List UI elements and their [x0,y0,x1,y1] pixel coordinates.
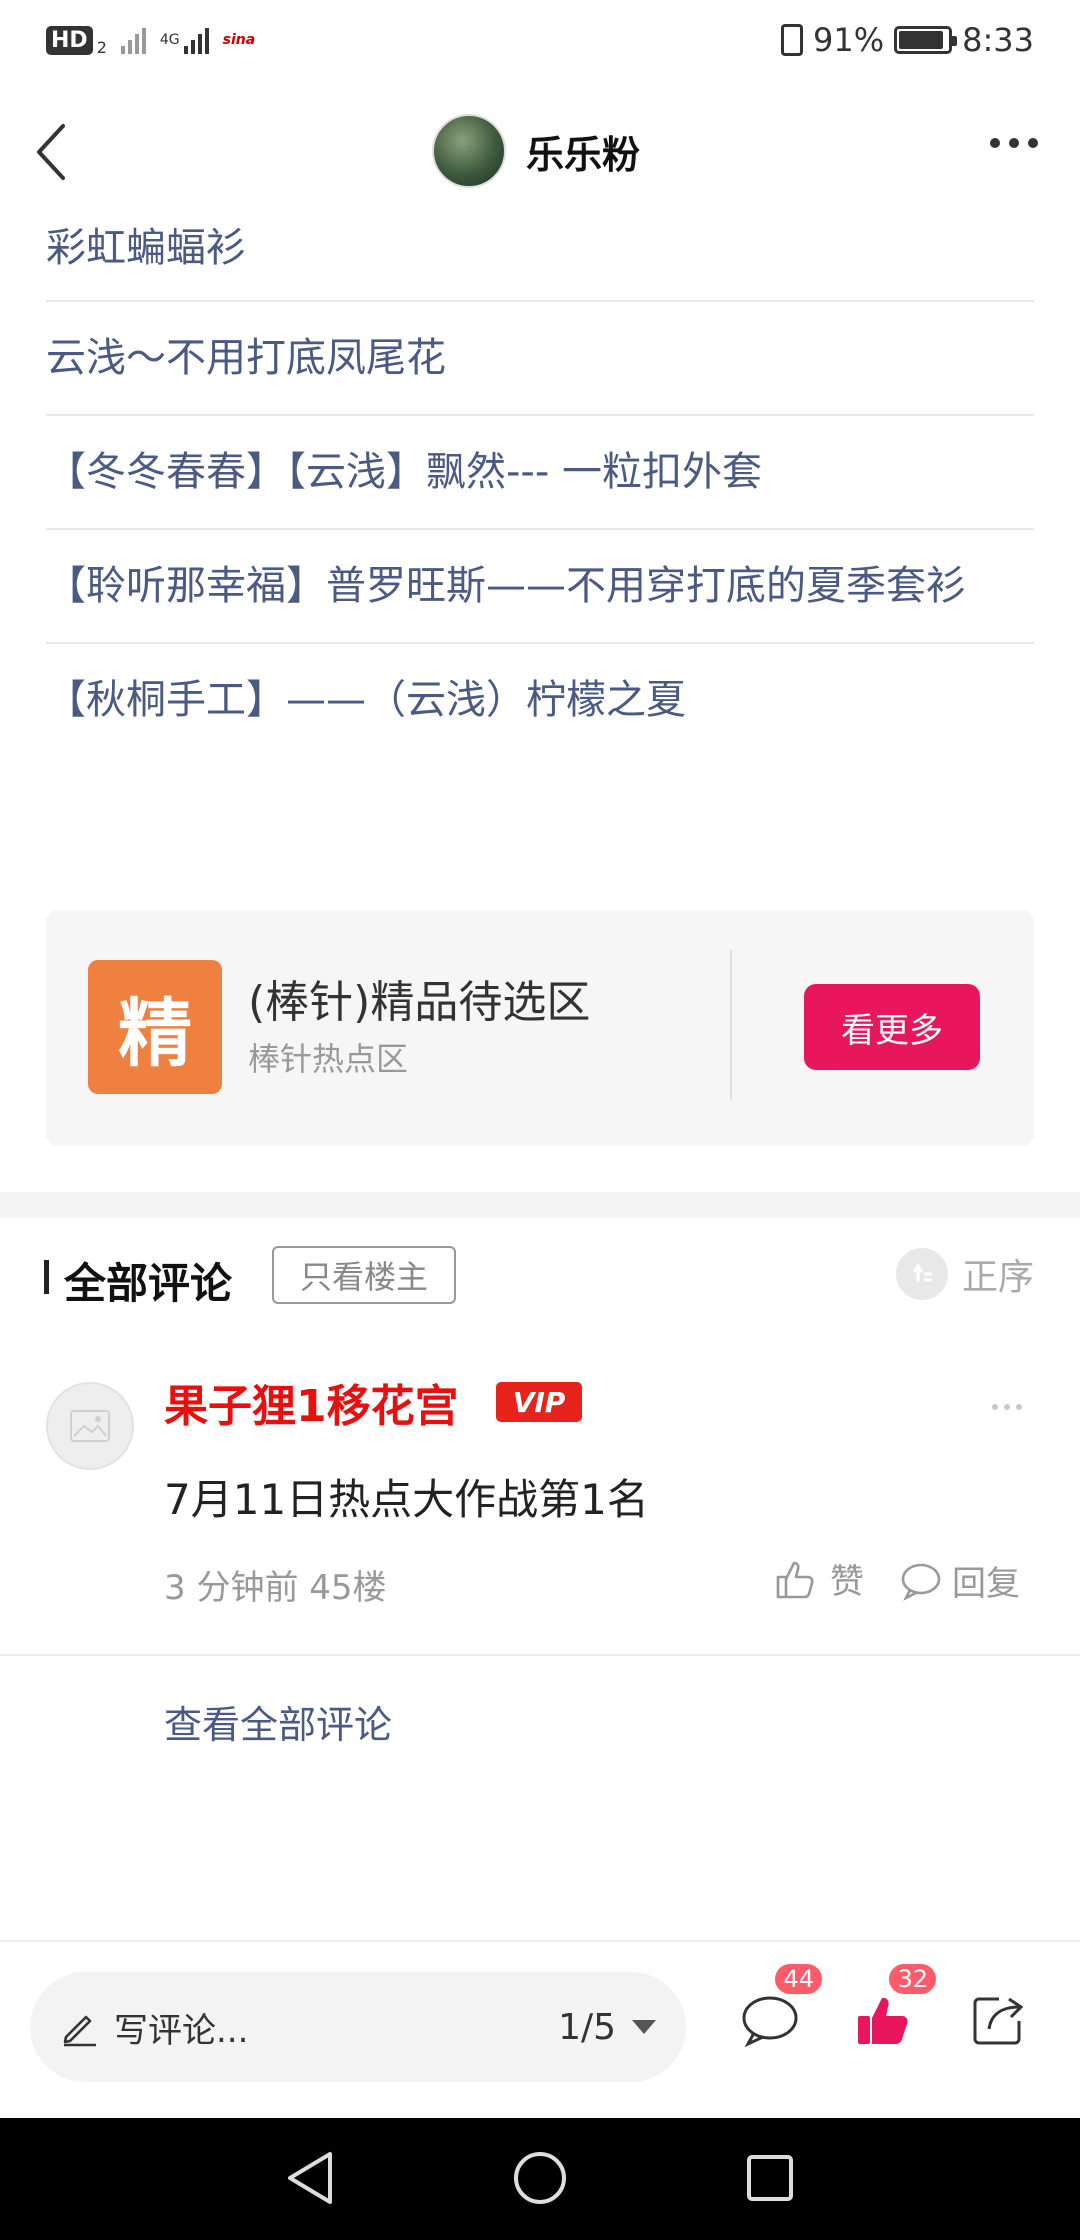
vip-badge: VIP [496,1382,582,1422]
status-bar: HD 2 4G sina 91% 8:33 [0,0,1080,80]
commenter-avatar[interactable] [46,1382,134,1470]
comment-icon [742,1996,798,2048]
comments-title: 全部评论 [64,1259,233,1308]
thumbs-up-icon [776,1561,814,1598]
forum-card[interactable]: 精 (棒针)精品待选区 棒针热点区 看更多 [46,910,1034,1146]
more-options-button[interactable] [990,138,1038,148]
forum-icon: 精 [88,960,222,1094]
only-op-button[interactable]: 只看楼主 [272,1246,456,1304]
page-label: 1/5 [558,2006,616,2048]
like-post-button[interactable]: 32 [852,1962,938,2052]
author-avatar[interactable] [432,114,506,188]
comment-input[interactable]: 写评论... 1/5 [30,1972,686,2082]
comment-input-placeholder: 写评论... [114,2010,249,2051]
back-button[interactable] [26,122,76,182]
nav-back-button[interactable] [280,2148,340,2208]
section-marker [44,1260,49,1294]
like-button[interactable]: 赞 [774,1554,864,1603]
page-indicator[interactable]: 1/5 [558,2007,656,2048]
commenter-name[interactable]: 果子狸1移花宫 [164,1370,459,1434]
bottom-toolbar: 写评论... 1/5 44 32 [0,1940,1080,2118]
see-more-button[interactable]: 看更多 [804,984,980,1070]
status-right: 91% 8:33 [781,21,1034,59]
signal-icon-sim2 [183,26,209,54]
sort-label: 正序 [961,1257,1034,1298]
square-recents-icon [747,2155,793,2201]
comment-text: 7月11日热点大作战第1名 [164,1475,649,1524]
signal-icon-sim1 [120,26,146,54]
clock: 8:33 [962,21,1034,59]
forum-title: (棒针)精品待选区 [248,977,591,1028]
comments-button[interactable]: 44 [738,1962,824,2052]
related-link[interactable]: 【聆听那幸福】普罗旺斯——不用穿打底的夏季套衫 [46,530,1034,644]
share-icon [973,1997,1024,2045]
nav-recents-button[interactable] [740,2148,800,2208]
vibrate-icon [781,24,804,56]
chevron-left-icon [37,124,65,180]
comment-item: 果子狸1移花宫 VIP 7月11日热点大作战第1名 3 分钟前 45楼 赞 回复 [0,1370,1080,1656]
reply-button[interactable]: 回复 [900,1556,1020,1605]
hd-sub-indicator: 2 [96,37,107,57]
divider [730,950,732,1100]
section-divider [0,1192,1080,1218]
status-left: HD 2 4G sina [46,24,255,57]
post-header: 乐乐粉 [0,110,1080,194]
battery-icon [894,26,958,54]
like-count-badge: 32 [887,1962,938,1996]
system-nav-bar [0,2118,1080,2240]
view-all-comments-link[interactable]: 查看全部评论 [164,1694,392,1749]
forum-subtitle: 棒针热点区 [248,1040,409,1078]
sort-button[interactable]: 正序 [895,1248,1034,1300]
sina-icon: sina [222,32,256,48]
hd-indicator: HD [46,25,93,55]
related-link[interactable]: 【秋桐手工】——（云浅）柠檬之夏 [46,644,1034,756]
thumbs-up-filled-icon [858,1997,908,2044]
comment-more-button[interactable] [992,1404,1022,1410]
more-dots-icon [990,138,1000,148]
related-link[interactable]: 彩虹蝙蝠衫 [46,196,1034,302]
reply-label: 回复 [952,1564,1020,1604]
author-name[interactable]: 乐乐粉 [526,124,640,179]
triangle-back-icon [288,2152,332,2204]
battery-percent: 91% [813,21,885,59]
related-link[interactable]: 云浅～不用打底凤尾花 [46,302,1034,416]
share-button[interactable] [966,1988,1030,2052]
pencil-icon [63,2015,96,2047]
related-links-list: 彩虹蝙蝠衫 云浅～不用打底凤尾花 【冬冬春春】【云浅】飘然--- 一粒扣外套 【… [46,196,1034,756]
comment-meta: 3 分钟前 45楼 [164,1568,387,1608]
like-label: 赞 [830,1562,864,1602]
speech-bubble-icon [901,1563,941,1601]
related-link[interactable]: 【冬冬春春】【云浅】飘然--- 一粒扣外套 [46,416,1034,530]
circle-home-icon [514,2152,566,2204]
nav-home-button[interactable] [510,2148,570,2208]
image-placeholder-icon [70,1410,110,1442]
sort-icon [895,1248,948,1300]
network-type: 4G [159,32,180,48]
comment-count-badge: 44 [773,1962,824,1996]
author-info[interactable]: 乐乐粉 [432,114,640,188]
comments-header: 全部评论 只看楼主 正序 [0,1240,1080,1314]
caret-down-icon [632,2020,656,2034]
